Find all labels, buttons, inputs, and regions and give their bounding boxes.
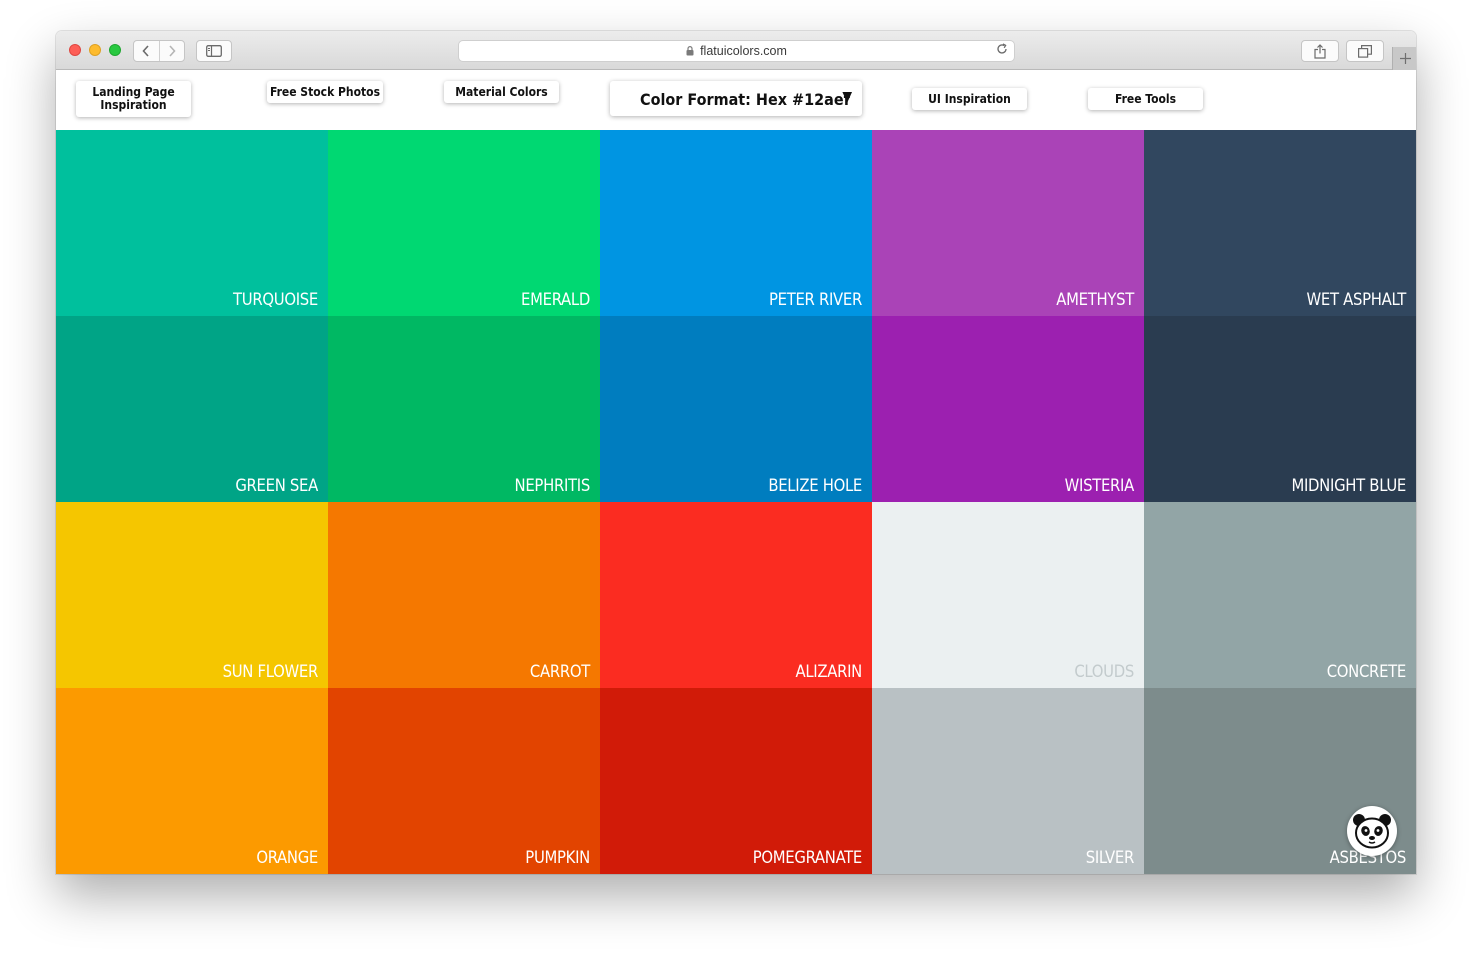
color-name: PETER RIVER — [768, 290, 862, 309]
color-swatch[interactable]: SUN FLOWER — [56, 502, 328, 688]
color-name: EMERALD — [521, 290, 590, 309]
color-name: CARROT — [529, 662, 590, 681]
browser-toolbar: flatuicolors.com — [56, 31, 1416, 70]
url-text: flatuicolors.com — [700, 44, 787, 58]
color-name: POMEGRANATE — [752, 848, 863, 867]
color-format-label: Color Format: Hex #12aef — [640, 90, 850, 109]
color-name: CONCRETE — [1326, 662, 1407, 681]
color-swatch[interactable]: CLOUDS — [872, 502, 1144, 688]
color-name: SILVER — [1085, 848, 1135, 867]
color-swatch[interactable]: ORANGE — [56, 688, 328, 874]
back-button[interactable] — [134, 41, 159, 61]
panda-icon[interactable] — [1347, 806, 1397, 856]
plus-icon — [1399, 53, 1411, 64]
color-name: WET ASPHALT — [1306, 290, 1407, 309]
chevron-right-icon — [169, 45, 176, 57]
color-name: ORANGE — [256, 848, 318, 867]
color-swatch[interactable]: PUMPKIN — [328, 688, 600, 874]
color-swatch[interactable]: WISTERIA — [872, 316, 1144, 502]
color-name: GREEN SEA — [235, 476, 318, 495]
color-swatch[interactable]: GREEN SEA — [56, 316, 328, 502]
color-grid: TURQUOISE EMERALD PETER RIVER AMETHYST WET A… — [56, 130, 1416, 874]
reload-icon[interactable] — [996, 43, 1008, 58]
close-window-button[interactable] — [69, 44, 81, 56]
address-bar[interactable]: flatuicolors.com — [458, 40, 1015, 62]
color-swatch[interactable]: CONCRETE — [1144, 502, 1416, 688]
caret-down-icon: ▼ — [842, 89, 852, 105]
free-stock-photos-link[interactable]: Free Stock Photos — [267, 81, 383, 103]
history-nav — [133, 40, 185, 62]
sidebar-toggle-button[interactable] — [196, 40, 232, 62]
ui-inspiration-link[interactable]: UI Inspiration — [912, 88, 1027, 110]
color-swatch[interactable]: MIDNIGHT BLUE — [1144, 316, 1416, 502]
color-name: TURQUOISE — [233, 290, 318, 309]
share-icon — [1314, 43, 1326, 59]
maximize-window-button[interactable] — [109, 44, 121, 56]
color-swatch[interactable]: CARROT — [328, 502, 600, 688]
color-swatch[interactable]: NEPHRITIS — [328, 316, 600, 502]
color-name: ALIZARIN — [795, 662, 862, 681]
color-swatch[interactable]: EMERALD — [328, 130, 600, 316]
color-name: PUMPKIN — [525, 848, 590, 867]
material-colors-link[interactable]: Material Colors — [444, 81, 559, 103]
share-button[interactable] — [1301, 40, 1339, 62]
color-name: BELIZE HOLE — [768, 476, 862, 495]
color-swatch[interactable]: BELIZE HOLE — [600, 316, 872, 502]
free-tools-link[interactable]: Free Tools — [1088, 88, 1203, 110]
minimize-window-button[interactable] — [89, 44, 101, 56]
color-name: WISTERIA — [1064, 476, 1135, 495]
color-name: SUN FLOWER — [222, 662, 319, 681]
color-name: NEPHRITIS — [514, 476, 591, 495]
tabs-icon — [1358, 44, 1372, 58]
color-swatch[interactable]: PETER RIVER — [600, 130, 872, 316]
sidebar-icon — [206, 45, 222, 57]
color-swatch[interactable]: ALIZARIN — [600, 502, 872, 688]
forward-button[interactable] — [158, 41, 185, 61]
color-swatch[interactable]: AMETHYST — [872, 130, 1144, 316]
chevron-left-icon — [142, 45, 149, 57]
color-swatch[interactable]: TURQUOISE — [56, 130, 328, 316]
color-swatch[interactable]: WET ASPHALT — [1144, 130, 1416, 316]
color-format-dropdown[interactable]: Color Format: Hex #12aef ▼ — [610, 81, 862, 116]
color-name: AMETHYST — [1056, 290, 1134, 309]
browser-window: flatuicolors.com Landing Page Inspiratio… — [56, 31, 1416, 874]
color-swatch[interactable]: POMEGRANATE — [600, 688, 872, 874]
color-name: MIDNIGHT BLUE — [1291, 476, 1406, 495]
lock-icon — [686, 46, 694, 56]
show-tabs-button[interactable] — [1346, 40, 1384, 62]
color-swatch[interactable]: SILVER — [872, 688, 1144, 874]
color-name: CLOUDS — [1074, 662, 1134, 681]
new-tab-button[interactable] — [1392, 47, 1416, 70]
site-navbar: Landing Page Inspiration Free Stock Phot… — [56, 70, 1416, 130]
landing-page-inspiration-link[interactable]: Landing Page Inspiration — [76, 81, 191, 117]
